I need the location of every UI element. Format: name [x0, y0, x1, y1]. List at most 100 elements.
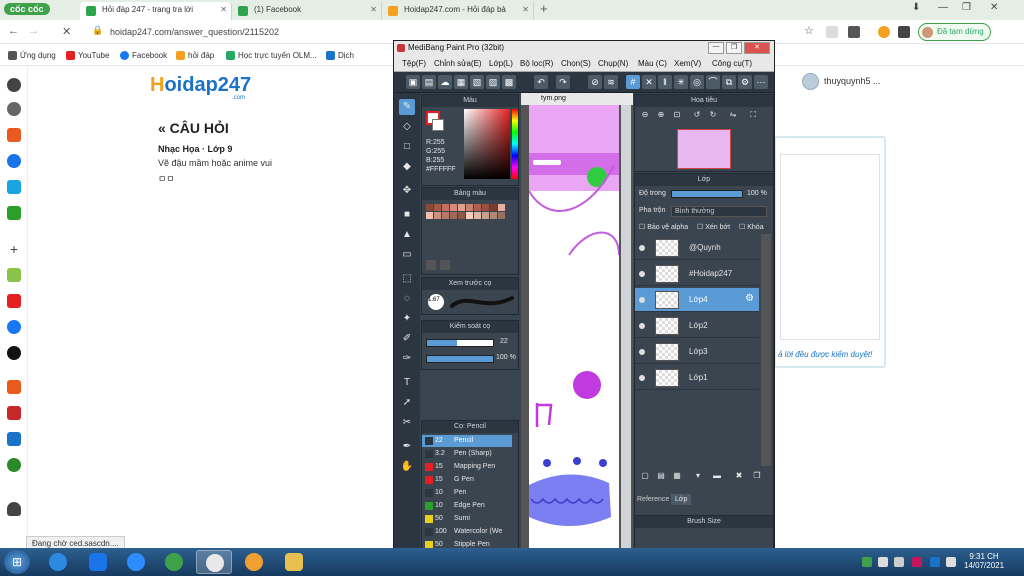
- snap-circle-icon[interactable]: ◎: [690, 75, 704, 89]
- grid-icon[interactable]: #: [626, 75, 640, 89]
- blend-mode-select[interactable]: Bình thường: [671, 206, 767, 217]
- snap-off-icon[interactable]: ✕: [642, 75, 656, 89]
- menu-tools[interactable]: Công cụ(T): [712, 59, 752, 68]
- palette-swatch[interactable]: [466, 204, 473, 211]
- cloud-icon[interactable]: ☁: [438, 75, 452, 89]
- taskbar-explorer[interactable]: [276, 550, 312, 574]
- layer-row[interactable]: Lớp2: [635, 314, 759, 338]
- forward-icon[interactable]: →: [28, 25, 39, 37]
- menu-file[interactable]: Tệp(F): [402, 59, 426, 68]
- magic-wand-icon[interactable]: ✦: [399, 311, 415, 327]
- layer-row[interactable]: @Quynh: [635, 236, 759, 260]
- delete-layer-icon[interactable]: ✖: [733, 470, 745, 482]
- palette-swatch[interactable]: [434, 212, 441, 219]
- delete-swatch-icon[interactable]: [440, 260, 450, 270]
- navigator-thumbnail[interactable]: [677, 129, 731, 169]
- snap-radial-icon[interactable]: ✳: [674, 75, 688, 89]
- vtv-icon[interactable]: [7, 406, 21, 420]
- bookmark-hoidap[interactable]: hỏi đáp: [176, 51, 214, 60]
- taskbar-medibang[interactable]: [196, 550, 232, 574]
- user-menu[interactable]: thuyquynh5 ...: [802, 73, 881, 90]
- layer-opacity-slider[interactable]: [671, 190, 743, 198]
- fullscreen-icon[interactable]: ⛶: [747, 109, 759, 121]
- hand-tool-icon[interactable]: ✋: [399, 459, 415, 475]
- close-window-icon[interactable]: ✕: [990, 2, 998, 13]
- palette-swatch[interactable]: [458, 204, 465, 211]
- save-icon[interactable]: ▦: [454, 75, 468, 89]
- antialias-icon[interactable]: ⊘: [588, 75, 602, 89]
- palette-swatch[interactable]: [466, 212, 473, 219]
- star-icon[interactable]: ☆: [804, 24, 816, 37]
- coccoc-tray-icon[interactable]: [862, 557, 872, 567]
- url-text[interactable]: hoidap247.com/answer_question/2115202: [110, 27, 279, 37]
- taskbar-zalo[interactable]: [80, 550, 116, 574]
- menu-select[interactable]: Chọn(S): [561, 59, 591, 68]
- palette-swatch[interactable]: [426, 204, 433, 211]
- fit-view-icon[interactable]: ⊡: [671, 109, 683, 121]
- palette-swatch[interactable]: [458, 212, 465, 219]
- stabilizer-icon[interactable]: ≋: [604, 75, 618, 89]
- rotate-right-icon[interactable]: ↻: [707, 109, 719, 121]
- move-tool-icon[interactable]: ✥: [399, 183, 415, 199]
- protect-alpha-checkbox[interactable]: ☐ Bảo vệ alpha: [639, 223, 688, 231]
- stop-icon[interactable]: ✕: [62, 25, 71, 38]
- redo-icon[interactable]: ↷: [556, 75, 570, 89]
- layer-visibility-icon[interactable]: [639, 271, 645, 277]
- arrow-tray-icon[interactable]: [878, 557, 888, 567]
- brush-item[interactable]: 15 G Pen: [422, 474, 512, 486]
- tab-hoidap[interactable]: Hỏi đáp 247 - trang tra lời ✕: [80, 2, 232, 20]
- layer-visibility-icon[interactable]: [639, 375, 645, 381]
- palette-swatch[interactable]: [490, 204, 497, 211]
- bookmark-apps[interactable]: Ứng dụng: [8, 51, 56, 60]
- select-rect-icon[interactable]: ⬚: [399, 271, 415, 287]
- palette-swatch[interactable]: [498, 212, 505, 219]
- bookmark-translate[interactable]: Dịch: [326, 51, 354, 60]
- palette-swatch[interactable]: [450, 212, 457, 219]
- close-icon[interactable]: ✕: [220, 5, 227, 14]
- shopping-icon[interactable]: [7, 380, 21, 394]
- brush-size-slider[interactable]: [426, 339, 494, 347]
- palette-swatch[interactable]: [482, 212, 489, 219]
- coccoc-brand[interactable]: cốc cốc: [4, 3, 50, 15]
- add-swatch-icon[interactable]: [426, 260, 436, 270]
- zoom-out-icon[interactable]: ⊖: [639, 109, 651, 121]
- brush-item[interactable]: 10 Edge Pen: [422, 500, 512, 512]
- layer-settings-icon[interactable]: ⚙: [745, 293, 754, 304]
- layer-row[interactable]: Lớp3: [635, 340, 759, 364]
- share-icon[interactable]: ▨: [486, 75, 500, 89]
- clipping-checkbox[interactable]: ☐ Xén bớt: [697, 223, 730, 231]
- menu-snap[interactable]: Chụp(N): [598, 59, 628, 68]
- turtle-icon[interactable]: [7, 458, 21, 472]
- print-icon[interactable]: ▩: [502, 75, 516, 89]
- new-tab-button[interactable]: +: [540, 1, 548, 16]
- snap-curve-icon[interactable]: ⌒: [706, 75, 720, 89]
- duplicate-layer-icon[interactable]: ❐: [751, 470, 763, 482]
- puzzle-icon[interactable]: [898, 26, 910, 38]
- palette-swatch[interactable]: [434, 204, 441, 211]
- undo-icon[interactable]: ↶: [534, 75, 548, 89]
- brush-item[interactable]: 3.2 Pen (Sharp): [422, 448, 512, 460]
- brush-tool-icon[interactable]: ✎: [399, 99, 415, 115]
- back-icon[interactable]: ←: [8, 25, 19, 37]
- taskbar-zoom[interactable]: [118, 550, 154, 574]
- settings-icon[interactable]: [7, 78, 21, 92]
- export-icon[interactable]: ▧: [470, 75, 484, 89]
- messenger-icon[interactable]: [7, 154, 21, 168]
- rotate-left-icon[interactable]: ↺: [691, 109, 703, 121]
- brush-item[interactable]: 22 Pencil: [422, 435, 512, 447]
- bookmark-facebook[interactable]: Facebook: [120, 51, 167, 60]
- eyedropper-tool-icon[interactable]: ✒: [399, 439, 415, 455]
- dot-tool-icon[interactable]: □: [399, 139, 415, 155]
- shield-icon[interactable]: [826, 26, 838, 38]
- question-heading[interactable]: « CÂU HỎI: [158, 120, 229, 136]
- brush-size-value[interactable]: 22: [500, 338, 508, 345]
- bookmark-youtube[interactable]: YouTube: [66, 51, 109, 60]
- layer-row[interactable]: Lớp1: [635, 366, 759, 390]
- snap-parallel-icon[interactable]: ‖: [658, 75, 672, 89]
- new-file-icon[interactable]: ▣: [406, 75, 420, 89]
- zoom-in-icon[interactable]: ⊕: [655, 109, 667, 121]
- close-icon[interactable]: ✕: [522, 5, 529, 14]
- vpn-tray-icon[interactable]: [912, 557, 922, 567]
- layer-scrollbar[interactable]: [761, 234, 771, 466]
- palette-swatch[interactable]: [442, 212, 449, 219]
